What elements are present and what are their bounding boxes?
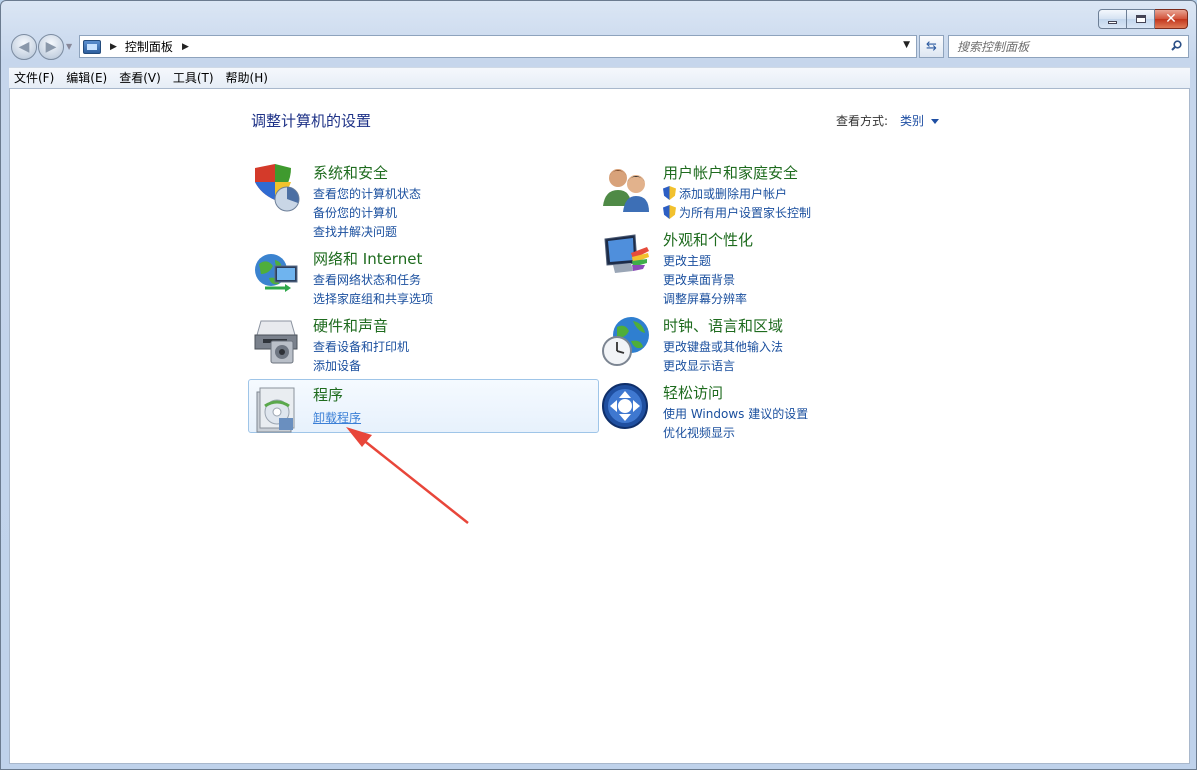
back-arrow-icon: ◀ <box>18 39 30 55</box>
minimize-icon <box>1108 20 1117 24</box>
menu-help[interactable]: 帮助(H) <box>221 69 273 88</box>
navigation-bar: ◀ ▶ ▼ ▶ 控制面板 ▶ ▼ ⇆ <box>9 33 1189 60</box>
refresh-icon: ⇆ <box>926 39 937 54</box>
menu-tools[interactable]: 工具(T) <box>168 69 219 88</box>
recent-pages-dropdown[interactable]: ▼ <box>66 42 72 51</box>
minimize-button[interactable] <box>1098 9 1127 29</box>
address-bar[interactable]: ▶ 控制面板 ▶ ▼ <box>79 35 917 58</box>
control-panel-window: ✕ ◀ ▶ ▼ ▶ 控制面板 ▶ ▼ ⇆ 文件(F) 编辑(E) 查看(V) 工… <box>0 0 1197 770</box>
breadcrumb-arrow-icon[interactable]: ▶ <box>182 42 189 52</box>
menu-edit[interactable]: 编辑(E) <box>61 69 112 88</box>
breadcrumb-arrow-icon[interactable]: ▶ <box>110 42 117 52</box>
menu-bar: 文件(F) 编辑(E) 查看(V) 工具(T) 帮助(H) <box>9 67 1190 88</box>
breadcrumb-control-panel[interactable]: 控制面板 <box>125 38 173 55</box>
menu-file[interactable]: 文件(F) <box>9 69 59 88</box>
maximize-icon <box>1135 15 1146 23</box>
close-icon: ✕ <box>1165 11 1177 27</box>
search-input[interactable] <box>957 39 1162 54</box>
search-icon[interactable] <box>1171 40 1182 51</box>
maximize-button[interactable] <box>1127 9 1155 29</box>
control-panel-icon <box>83 39 101 54</box>
search-box[interactable] <box>948 35 1189 58</box>
content-pane: 调整计算机的设置 查看方式: 类别 系统和安全 查看您的计算机状态 备份您的计算… <box>9 88 1190 764</box>
menu-view[interactable]: 查看(V) <box>114 69 166 88</box>
forward-button[interactable]: ▶ <box>38 34 64 60</box>
refresh-button[interactable]: ⇆ <box>919 35 944 58</box>
forward-arrow-icon: ▶ <box>45 39 57 55</box>
caption-buttons: ✕ <box>1098 9 1188 29</box>
close-button[interactable]: ✕ <box>1155 9 1188 29</box>
annotation-arrow <box>346 427 469 524</box>
address-dropdown-icon[interactable]: ▼ <box>903 40 910 50</box>
back-button[interactable]: ◀ <box>11 34 37 60</box>
